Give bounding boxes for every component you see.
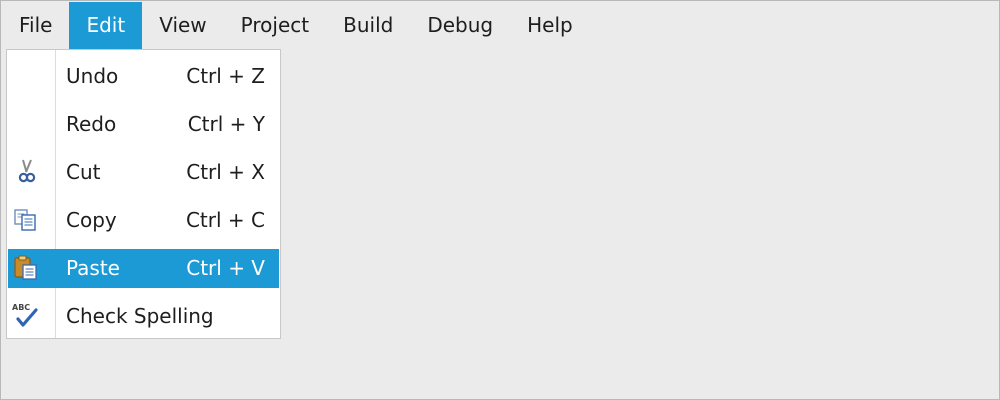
menu-entry-check-spelling[interactable]: ABC Check Spelling [8,297,279,336]
spellcheck-icon: ABC [12,303,38,327]
menu-help[interactable]: Help [510,2,590,49]
menu-entry-shortcut: Ctrl + Y [187,112,265,136]
menu-entry-label: Cut [66,160,101,184]
menu-entry-shortcut: Ctrl + V [186,256,265,280]
menu-debug[interactable]: Debug [410,2,510,49]
menu-entry-label: Copy [66,208,117,232]
menu-entry-label: Paste [66,256,120,280]
menu-entry-label: Redo [66,112,117,136]
menu-bar: File Edit View Project Build Debug Help [2,2,998,49]
menu-entry-copy[interactable]: Copy Ctrl + C [8,201,279,240]
menu-entry-cut[interactable]: Cut Ctrl + X [8,153,279,192]
application-window: File Edit View Project Build Debug Help … [0,0,1000,400]
menu-entry-shortcut: Ctrl + X [186,160,265,184]
menu-entry-paste[interactable]: Paste Ctrl + V [8,249,279,288]
menu-entry-redo[interactable]: Redo Ctrl + Y [8,105,279,144]
menu-file[interactable]: File [2,2,69,49]
menu-entry-label: Undo [66,64,119,88]
spellcheck-icon-letters: ABC [12,303,30,312]
menu-project[interactable]: Project [224,2,326,49]
menu-entry-shortcut: Ctrl + Z [186,64,265,88]
paste-icon [14,255,37,280]
menu-view[interactable]: View [142,2,223,49]
menu-build[interactable]: Build [326,2,410,49]
edit-dropdown-menu: Undo Ctrl + Z Redo Ctrl + Y Cut Ctrl + X [6,49,281,339]
menu-entry-undo[interactable]: Undo Ctrl + Z [8,57,279,96]
menu-edit[interactable]: Edit [69,2,143,49]
menu-entry-label: Check Spelling [66,304,214,328]
menu-entry-shortcut: Ctrl + C [185,208,265,232]
copy-icon [14,209,36,231]
scissors-icon [18,159,36,183]
